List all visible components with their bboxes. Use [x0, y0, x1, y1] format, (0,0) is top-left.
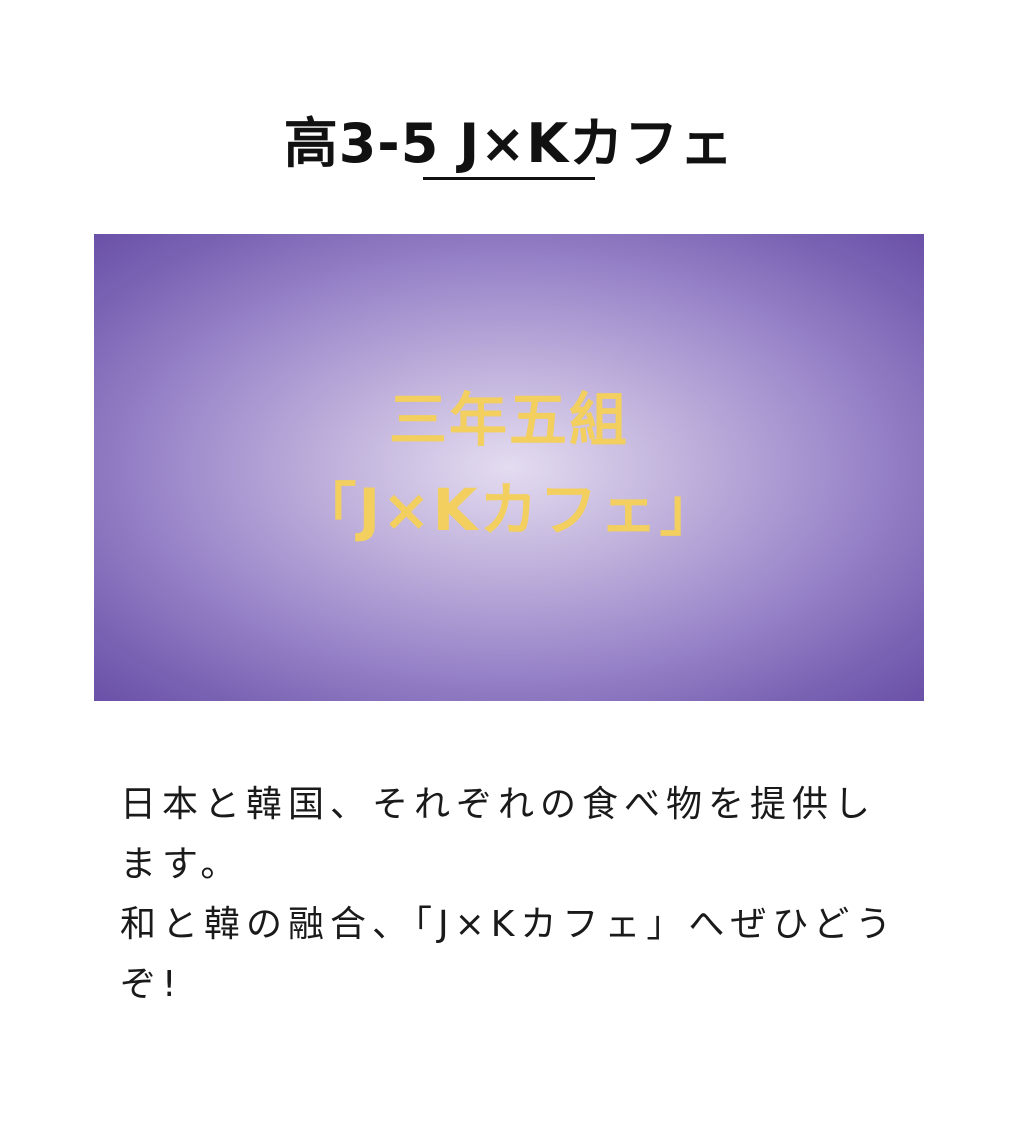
description-paragraph-2: 和と韓の融合、「J×Kカフェ」へぜひどうぞ! — [120, 904, 898, 1005]
title-divider — [423, 177, 595, 180]
description: 日本と韓国、それぞれの食べ物を提供します。 和と韓の融合、「J×Kカフェ」へぜひ… — [120, 775, 910, 1015]
banner-class-name: 三年五組 — [388, 386, 629, 454]
banner-cafe-name: 「J×Kカフェ」 — [298, 476, 720, 544]
description-paragraph-1: 日本と韓国、それぞれの食べ物を提供します。 — [120, 784, 877, 885]
hero-banner-image: 三年五組 「J×Kカフェ」 — [94, 234, 924, 701]
page-title: 高3-5 J×Kカフェ — [283, 112, 735, 176]
